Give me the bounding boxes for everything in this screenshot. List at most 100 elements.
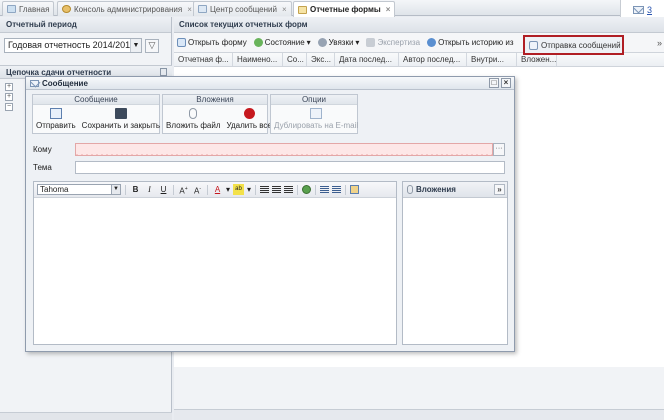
message-dialog: Сообщение □ × Сообщение Отправить Сохран… <box>25 76 515 352</box>
save-close-button[interactable]: Сохранить и закрыть <box>82 108 160 130</box>
gear-icon <box>62 5 71 13</box>
column-header[interactable]: Дата послед... <box>335 53 399 66</box>
send-messages-button[interactable]: Отправка сообщений <box>523 35 624 55</box>
dialog-title: Сообщение <box>42 78 88 88</box>
chevron-down-icon[interactable]: ▼ <box>130 39 141 52</box>
toolbar-separator <box>315 184 317 195</box>
column-header[interactable]: Экс... <box>307 53 335 66</box>
message-editor: Tahoma ▼ B I U A+ A- A ▾ ab ▾ <box>33 181 397 345</box>
column-header[interactable]: Внутри... <box>467 53 517 66</box>
send-icon <box>49 108 62 119</box>
duplicate-email-icon <box>310 108 323 119</box>
period-select-value: Годовая отчетность 2014/2015 <box>8 40 136 50</box>
attach-file-button[interactable]: Вложить файл <box>166 108 221 130</box>
numbered-list-icon[interactable] <box>320 186 330 193</box>
send-button[interactable]: Отправить <box>36 108 76 130</box>
increase-font-icon[interactable]: A+ <box>178 184 189 196</box>
underline-button[interactable]: U <box>158 184 169 195</box>
send-label: Отправить <box>36 121 76 130</box>
delete-icon <box>243 108 255 119</box>
ribbon-group-message: Сообщение Отправить Сохранить и закрыть <box>32 94 160 134</box>
notification-count[interactable]: 3 <box>647 5 652 15</box>
more-icon[interactable]: » <box>657 38 662 48</box>
align-left-icon[interactable] <box>260 186 270 193</box>
close-icon[interactable]: × <box>187 5 192 14</box>
maximize-button[interactable]: □ <box>489 78 499 88</box>
open-form-button[interactable]: Открыть форму <box>177 38 247 47</box>
open-form-label: Открыть форму <box>188 38 247 47</box>
horizontal-scrollbar[interactable] <box>0 412 172 420</box>
tree-collapse-icon[interactable]: − <box>5 103 13 111</box>
toolbar-separator <box>173 184 174 195</box>
expertise-icon <box>366 38 376 47</box>
expertise-button[interactable]: Экспертиза <box>366 38 420 47</box>
subject-field[interactable] <box>75 161 505 174</box>
highlight-color-icon[interactable]: ab <box>233 184 245 195</box>
editor-body[interactable] <box>34 198 396 344</box>
state-label: Состояние <box>264 38 305 47</box>
filter-button[interactable]: ▽ <box>145 38 159 53</box>
pin-icon[interactable] <box>160 68 167 76</box>
editor-toolbar: Tahoma ▼ B I U A+ A- A ▾ ab ▾ <box>34 182 396 198</box>
collapse-panel-button[interactable]: » <box>494 184 505 195</box>
tree-expand-icon[interactable]: + <box>5 93 13 101</box>
bold-button[interactable]: B <box>130 184 141 195</box>
to-row: Кому ··· <box>33 143 505 156</box>
period-panel-title: Отчетный период <box>0 17 171 33</box>
paperclip-icon <box>407 185 413 194</box>
tab-admin-console[interactable]: Консоль администрирования × <box>57 1 197 16</box>
save-icon <box>114 108 127 119</box>
expertise-label: Экспертиза <box>377 38 421 47</box>
tab-label: Отчетные формы <box>310 5 381 14</box>
attach-file-label: Вложить файл <box>166 121 221 130</box>
font-color-icon[interactable]: A <box>212 184 223 195</box>
ribbon-group-title: Опции <box>271 95 357 105</box>
column-header[interactable]: Со... <box>283 53 307 66</box>
tab-home[interactable]: Главная <box>2 1 55 16</box>
column-header[interactable]: Наимено... <box>233 53 283 66</box>
toolbar-separator <box>255 184 257 195</box>
links-button[interactable]: Увязки ▾ <box>317 38 359 47</box>
font-select[interactable]: Tahoma ▼ <box>37 184 121 195</box>
italic-button[interactable]: I <box>144 184 155 195</box>
toolbar-separator <box>207 184 208 195</box>
duplicate-email-label: Дублировать на E-mail <box>274 121 359 130</box>
grid-scrollbar[interactable] <box>174 409 664 420</box>
chain-tree: + + − <box>5 83 13 113</box>
to-field[interactable] <box>75 143 493 156</box>
column-header[interactable]: Отчетная ф... <box>174 53 233 66</box>
chevron-down-icon[interactable]: ▼ <box>111 185 120 194</box>
align-right-icon[interactable] <box>284 186 294 193</box>
save-close-label: Сохранить и закрыть <box>81 121 160 130</box>
state-button[interactable]: Состояние ▾ <box>253 38 311 47</box>
decrease-font-icon[interactable]: A- <box>192 184 203 196</box>
paperclip-icon <box>189 108 198 119</box>
subject-label: Тема <box>33 163 52 172</box>
attachments-panel-header: Вложения » <box>403 182 507 198</box>
open-history-button[interactable]: Открыть историю из <box>427 38 514 47</box>
close-icon[interactable]: × <box>282 5 287 14</box>
close-button[interactable]: × <box>501 78 511 88</box>
ribbon-group-title: Сообщение <box>33 95 159 105</box>
envelope-icon <box>632 5 644 14</box>
home-icon <box>7 5 16 13</box>
duplicate-email-button[interactable]: Дублировать на E-mail <box>274 108 358 130</box>
attachments-list[interactable] <box>403 198 507 344</box>
select-recipient-button[interactable]: ··· <box>493 143 505 156</box>
delete-all-button[interactable]: Удалить все <box>227 108 272 130</box>
bullet-list-icon[interactable] <box>332 186 342 193</box>
filter-icon: ▽ <box>148 40 156 50</box>
period-select[interactable]: Годовая отчетность 2014/2015 ▼ <box>4 38 142 53</box>
link-icon[interactable] <box>302 185 312 194</box>
ribbon-group-title: Вложения <box>163 95 267 105</box>
tab-message-center[interactable]: Центр сообщений × <box>193 1 292 16</box>
source-edit-icon[interactable] <box>350 185 360 194</box>
close-icon[interactable]: × <box>386 5 391 14</box>
align-center-icon[interactable] <box>272 186 282 193</box>
tab-bar: Главная Консоль администрирования × Цент… <box>0 0 664 17</box>
tab-label: Центр сообщений <box>210 4 277 14</box>
tree-expand-icon[interactable]: + <box>5 83 13 91</box>
document-icon <box>298 5 307 14</box>
column-header[interactable]: Автор послед... <box>399 53 467 66</box>
tab-report-forms[interactable]: Отчетные формы × <box>293 1 396 17</box>
